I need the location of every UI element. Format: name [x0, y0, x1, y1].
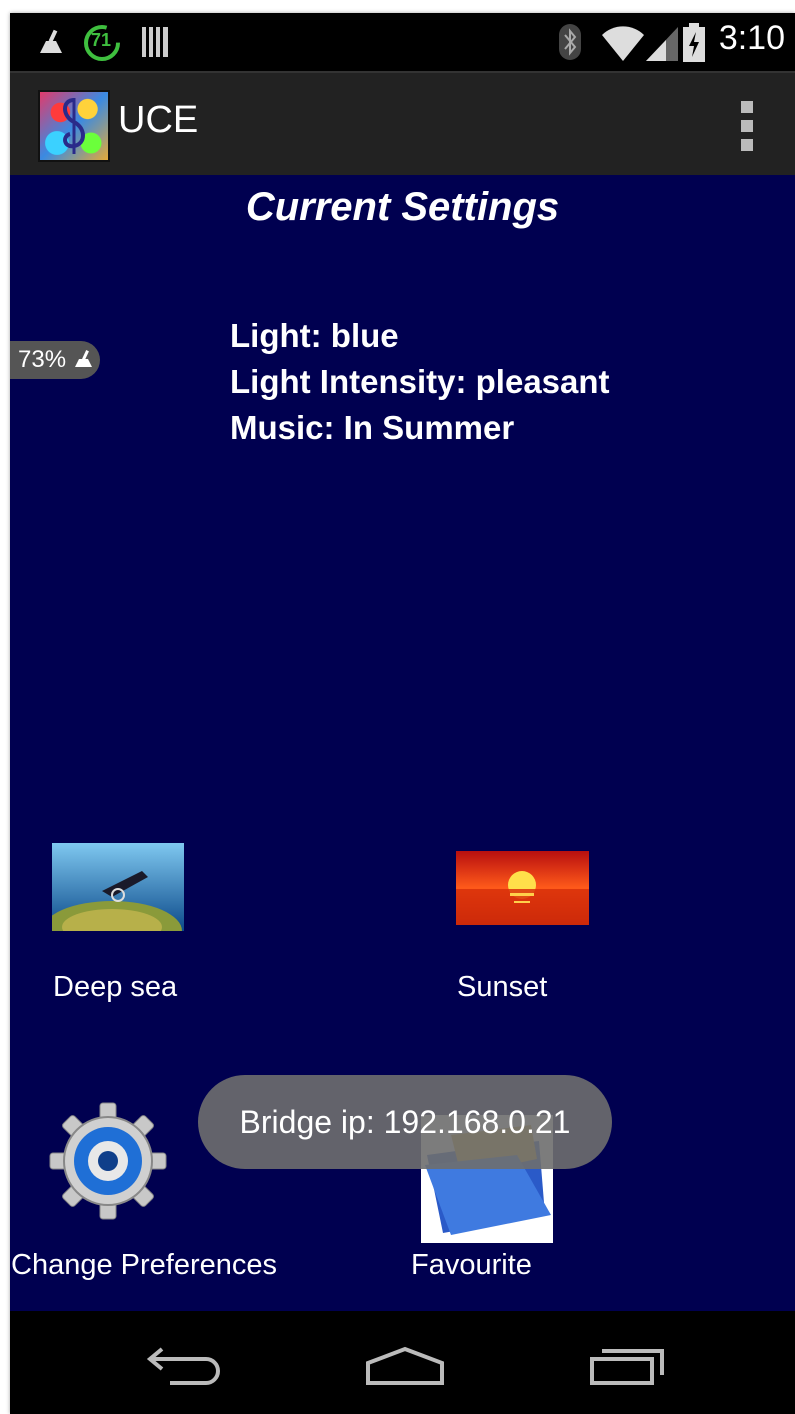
cleaner-icon — [74, 350, 92, 367]
gear-icon[interactable] — [48, 1101, 168, 1221]
status-bar: 71 3:10 — [10, 13, 795, 71]
notification-badge-count: 71 — [91, 30, 112, 50]
setting-light: Light: blue — [230, 317, 399, 354]
app-title: UCE — [118, 99, 199, 141]
setting-music: Music: In Summer — [230, 409, 515, 446]
phone-screen: 71 3:10 UCE Current Settings 73% Light: … — [10, 13, 795, 1414]
action-bar: UCE — [10, 71, 795, 175]
home-icon[interactable] — [364, 1345, 446, 1387]
recent-apps-icon[interactable] — [588, 1345, 666, 1387]
tile-sunset-label[interactable]: Sunset — [457, 971, 547, 1004]
cleaner-icon — [40, 29, 62, 53]
tile-favourite-label[interactable]: Favourite — [411, 1249, 532, 1282]
wifi-icon — [602, 26, 644, 61]
back-icon[interactable] — [146, 1345, 224, 1385]
setting-light-intensity: Light Intensity: pleasant — [230, 363, 610, 400]
current-settings-list: Light: blue Light Intensity: pleasant Mu… — [230, 313, 610, 451]
tile-deep-sea-label[interactable]: Deep sea — [53, 971, 177, 1004]
sunset-image[interactable] — [456, 851, 589, 925]
battery-saver-badge[interactable]: 73% — [10, 341, 100, 379]
main-content: Current Settings 73% Light: blue Light I… — [10, 175, 795, 1311]
barcode-icon — [142, 27, 168, 57]
overflow-menu-icon[interactable] — [739, 101, 755, 151]
deep-sea-image[interactable] — [52, 843, 184, 931]
battery-badge-percent: 73% — [18, 346, 67, 373]
navigation-bar — [10, 1311, 795, 1414]
status-clock: 3:10 — [718, 19, 785, 57]
music-note-app-icon[interactable] — [38, 90, 110, 162]
signal-icon — [646, 27, 678, 61]
bluetooth-icon — [559, 24, 581, 60]
page-title: Current Settings — [245, 185, 560, 229]
battery-charging-icon — [683, 23, 705, 62]
tile-change-preferences-label[interactable]: Change Preferences — [11, 1249, 277, 1282]
toast-message: Bridge ip: 192.168.0.21 — [198, 1075, 612, 1169]
